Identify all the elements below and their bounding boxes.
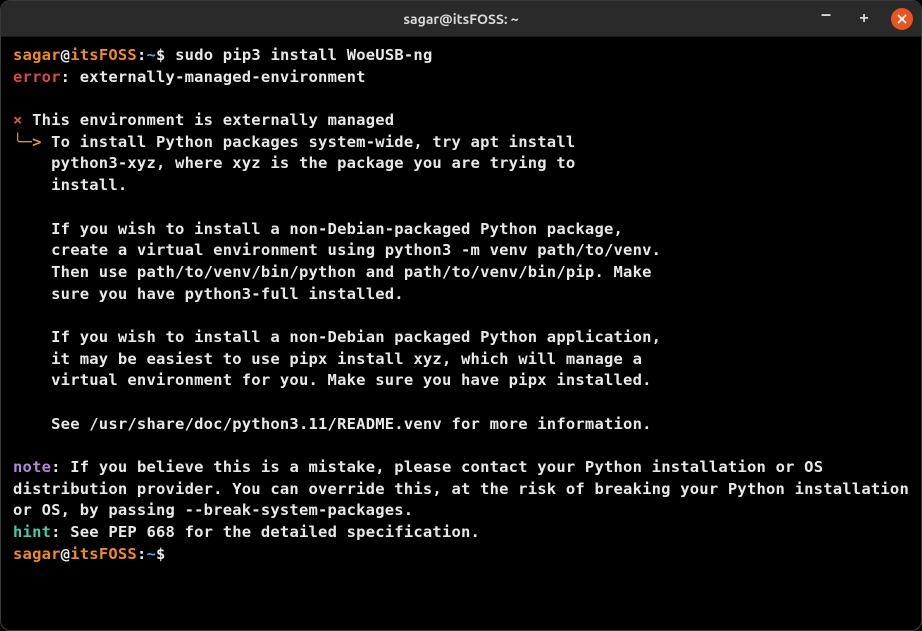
error-line: error: externally-managed-environment bbox=[13, 67, 909, 89]
note-text: If you believe this is a mistake, please… bbox=[13, 458, 919, 519]
prompt-path: ~ bbox=[147, 46, 157, 64]
close-icon bbox=[897, 14, 907, 24]
prompt-at: @ bbox=[61, 545, 71, 563]
command-text bbox=[166, 46, 176, 64]
maximize-button[interactable]: + bbox=[853, 8, 875, 30]
prompt-dollar: $ bbox=[156, 545, 166, 563]
body-text: To install Python packages system-wide, … bbox=[13, 133, 661, 433]
command-text: sudo pip3 install WoeUSB-ng bbox=[175, 46, 432, 64]
arrow-icon: ╰─> bbox=[13, 133, 42, 151]
close-button[interactable] bbox=[891, 8, 913, 30]
hint-sep: : bbox=[51, 523, 70, 541]
error-text: externally-managed-environment bbox=[80, 68, 366, 86]
hint-text: See PEP 668 for the detailed specificati… bbox=[70, 523, 480, 541]
note-line: note: If you believe this is a mistake, … bbox=[13, 457, 909, 522]
window-title: sagar@itsFOSS: ~ bbox=[403, 11, 518, 27]
cross-line: × This environment is externally managed bbox=[13, 110, 909, 132]
error-sep: : bbox=[61, 68, 80, 86]
prompt-at: @ bbox=[61, 46, 71, 64]
note-label: note bbox=[13, 458, 51, 476]
titlebar[interactable]: sagar@itsFOSS: ~ – + bbox=[1, 1, 921, 37]
prompt-path: ~ bbox=[147, 545, 157, 563]
prompt-colon: : bbox=[137, 545, 147, 563]
cursor bbox=[166, 545, 176, 563]
prompt-line-1: sagar@itsFOSS:~$ sudo pip3 install WoeUS… bbox=[13, 45, 909, 67]
cross-icon: × bbox=[13, 111, 23, 129]
prompt-host: itsFOSS bbox=[70, 545, 137, 563]
terminal-window: sagar@itsFOSS: ~ – + sagar@itsFOSS:~$ su… bbox=[0, 0, 922, 631]
prompt-host: itsFOSS bbox=[70, 46, 137, 64]
prompt-line-2: sagar@itsFOSS:~$ bbox=[13, 544, 909, 566]
blank-line bbox=[13, 435, 909, 457]
cross-text: This environment is externally managed bbox=[23, 111, 395, 129]
error-label: error bbox=[13, 68, 61, 86]
hint-label: hint bbox=[13, 523, 51, 541]
prompt-colon: : bbox=[137, 46, 147, 64]
terminal-body[interactable]: sagar@itsFOSS:~$ sudo pip3 install WoeUS… bbox=[1, 37, 921, 630]
body-block: ╰─> To install Python packages system-wi… bbox=[13, 132, 909, 436]
note-sep: : bbox=[51, 458, 70, 476]
window-controls: – + bbox=[815, 8, 913, 30]
prompt-dollar: $ bbox=[156, 46, 166, 64]
blank-line bbox=[13, 88, 909, 110]
prompt-user: sagar bbox=[13, 46, 61, 64]
minimize-button[interactable]: – bbox=[815, 8, 837, 30]
prompt-user: sagar bbox=[13, 545, 61, 563]
hint-line: hint: See PEP 668 for the detailed speci… bbox=[13, 522, 909, 544]
